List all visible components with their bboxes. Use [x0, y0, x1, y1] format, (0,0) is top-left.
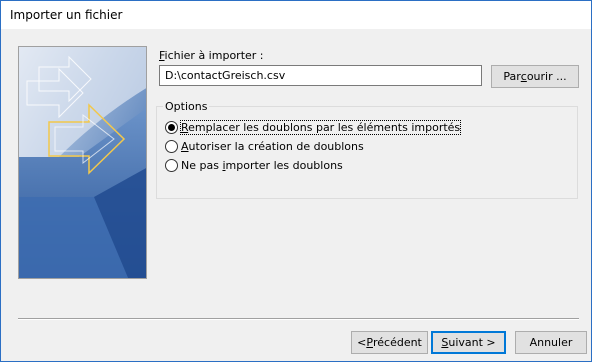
browse-button[interactable]: Par c ourir ... [491, 65, 579, 88]
option-replace-label: Remplacer les doublons par les éléments … [179, 120, 462, 135]
option-skip-duplicates[interactable]: Ne pas importer les doublons [165, 159, 343, 172]
wizard-graphic [18, 46, 147, 279]
import-dialog: Importer un fichier Fichier à importer:… [0, 0, 592, 362]
arrow-graphic-icon [19, 47, 146, 278]
previous-button[interactable]: < Précédent [351, 331, 428, 354]
option-replace-duplicates[interactable]: Remplacer les doublons par les éléments … [165, 120, 462, 135]
radio-unselected-icon[interactable] [165, 140, 178, 153]
cancel-button[interactable]: Annuler [515, 331, 587, 354]
option-allow-duplicates[interactable]: Autoriser la création de doublons [165, 140, 364, 153]
next-button[interactable]: Suivant > [431, 331, 506, 354]
file-label: Fichier à importer : [159, 49, 264, 62]
option-allow-label: Autoriser la création de doublons [181, 140, 364, 153]
title-bar: Importer un fichier [1, 1, 591, 29]
footer-separator [18, 318, 579, 320]
options-group: Options Remplacer les doublons par les é… [156, 100, 578, 199]
window-title: Importer un fichier [10, 8, 123, 22]
radio-selected-icon[interactable] [165, 121, 178, 134]
options-legend: Options [163, 100, 210, 113]
option-skip-label: Ne pas importer les doublons [181, 159, 343, 172]
file-path-input[interactable] [159, 65, 482, 86]
radio-unselected-icon[interactable] [165, 159, 178, 172]
